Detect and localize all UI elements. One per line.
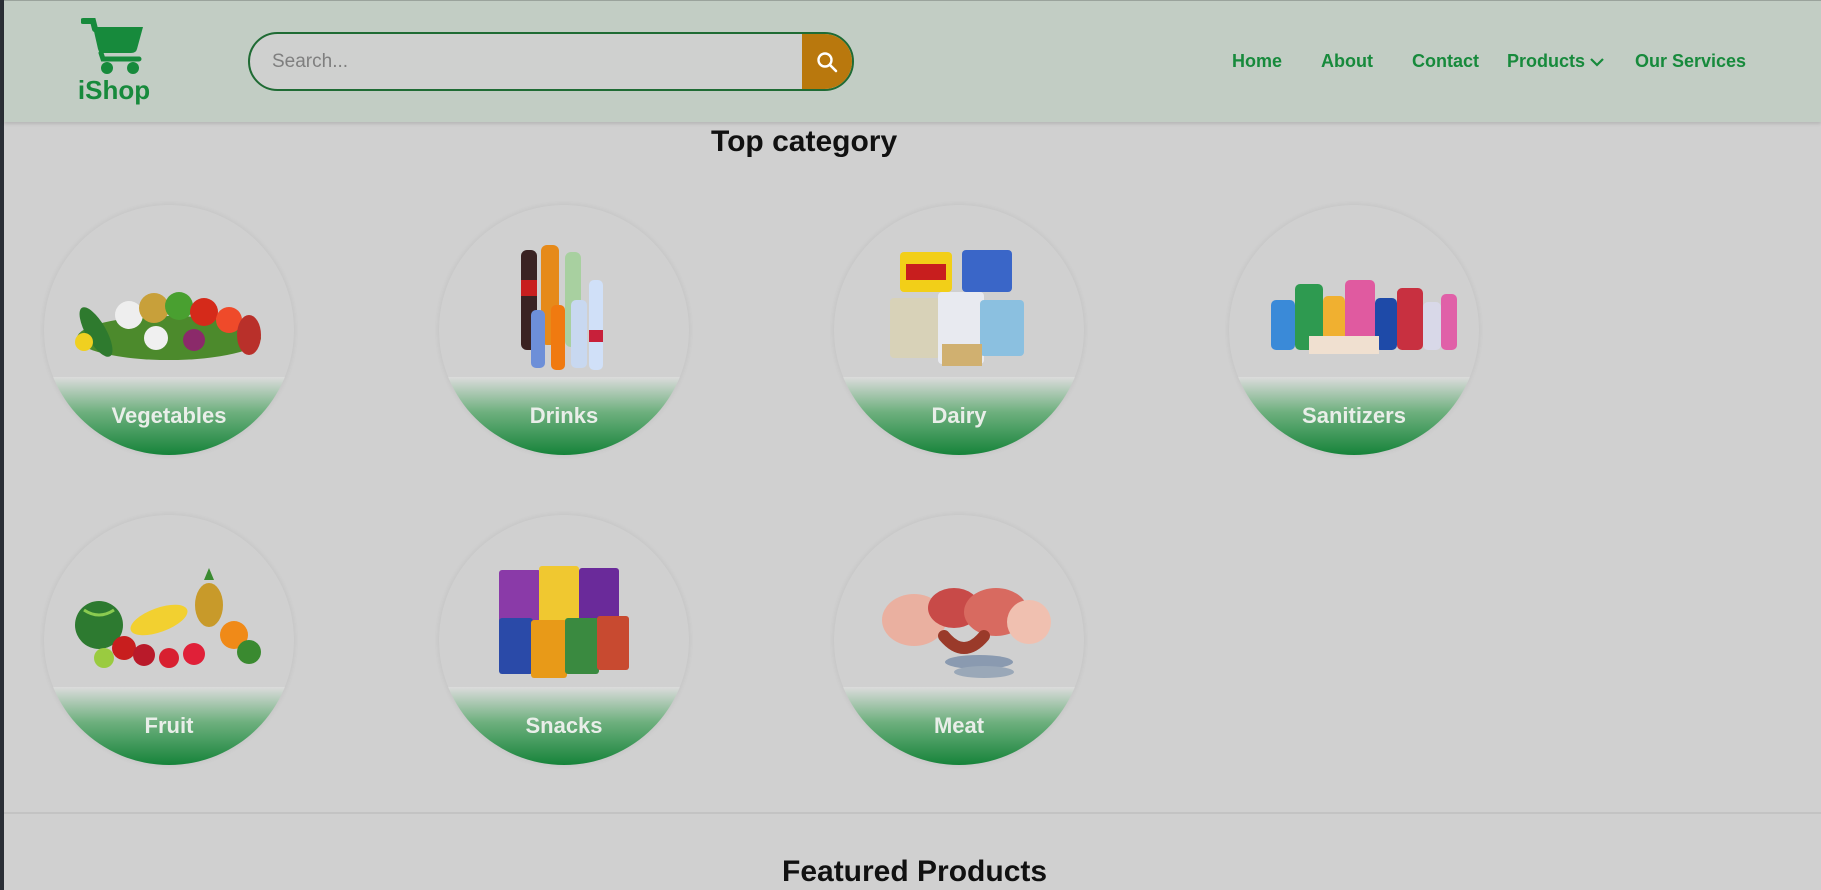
category-label: Drinks [529,403,599,428]
sanitizers-image [1271,280,1457,354]
search-bar [248,32,854,91]
category-sanitizers[interactable]: Sanitizers [1229,205,1479,455]
fruit-image [75,568,261,668]
nav-our-services[interactable]: Our Services [1635,51,1746,72]
nav-products-label: Products [1507,51,1586,71]
category-label: Dairy [931,403,987,428]
window-edge [0,0,4,890]
nav-about[interactable]: About [1321,51,1373,72]
category-fruit[interactable]: Fruit [44,515,294,765]
shopping-cart-icon [81,18,143,74]
chevron-down-icon [1590,58,1604,67]
vegetables-image [75,292,261,360]
nav-products[interactable]: Products [1507,51,1605,72]
category-label: Vegetables [111,403,227,428]
site-header: iShop Home About Contact Products Our Se… [4,0,1821,122]
search-input[interactable] [250,34,805,89]
top-category-title: Top category [711,125,898,158]
search-icon [817,51,838,72]
dairy-image [890,250,1024,366]
snacks-image [499,566,629,678]
category-meat[interactable]: Meat [834,515,1084,765]
nav-home[interactable]: Home [1232,51,1282,72]
brand-name: iShop [77,75,151,105]
category-vegetables[interactable]: Vegetables [44,205,294,455]
category-label: Snacks [525,713,603,738]
category-snacks[interactable]: Snacks [439,515,689,765]
category-label: Sanitizers [1302,403,1406,428]
category-label: Meat [933,713,985,738]
featured-products-title: Featured Products [782,855,1048,888]
category-drinks[interactable]: Drinks [439,205,689,455]
section-divider [4,812,1821,814]
category-dairy[interactable]: Dairy [834,205,1084,455]
nav-contact[interactable]: Contact [1412,51,1479,72]
logo[interactable]: iShop [74,15,154,106]
search-button[interactable] [802,34,852,89]
drinks-image [521,245,603,370]
category-label: Fruit [144,713,194,738]
meat-image [882,588,1051,678]
